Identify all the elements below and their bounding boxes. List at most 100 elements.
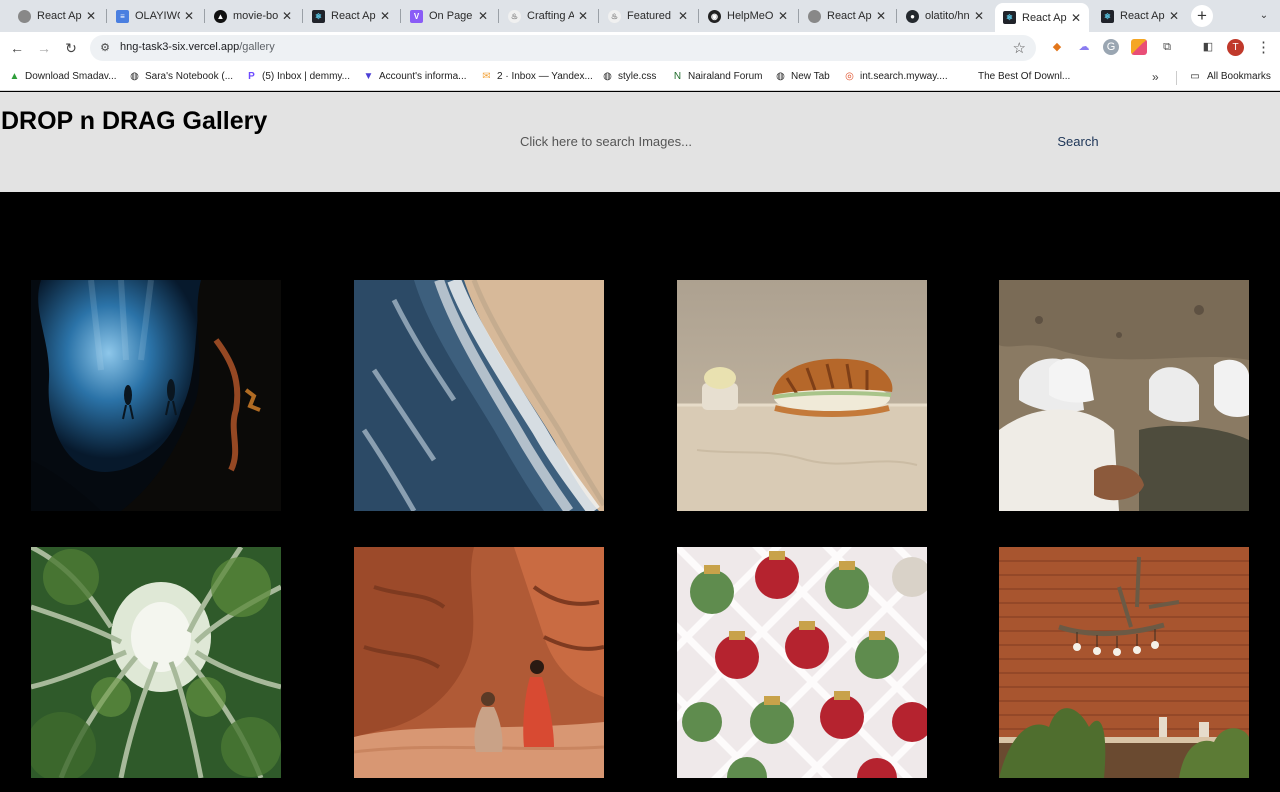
gallery-image-red-canyon[interactable] — [354, 547, 604, 778]
tab-title: movie-bo — [233, 10, 278, 22]
tab-movie-box[interactable]: ▲ movie-bo ✕ — [206, 4, 300, 28]
close-icon[interactable]: ✕ — [380, 9, 390, 23]
close-icon[interactable]: ✕ — [478, 9, 488, 23]
bookmark-item[interactable]: ◍ Sara's Notebook (... — [129, 71, 233, 82]
tab-title: React App — [331, 10, 376, 22]
tab-title: React App — [827, 10, 872, 22]
extensions-puzzle-icon[interactable]: ⧉ — [1159, 39, 1175, 55]
reload-icon[interactable]: ↻ — [61, 38, 81, 58]
back-arrow-icon[interactable]: ← — [7, 38, 27, 58]
gallery-image-bamboo-forest[interactable] — [31, 547, 281, 778]
more-menu-icon[interactable]: ⋮ — [1256, 38, 1271, 56]
bookmark-item[interactable]: ▼ Account's informa... — [363, 71, 467, 82]
url-path: /gallery — [239, 41, 275, 53]
extension-cloud-icon[interactable]: ☁ — [1076, 39, 1092, 55]
tab-title: React App — [1120, 10, 1165, 22]
forward-arrow-icon[interactable]: → — [34, 38, 54, 58]
mail-icon: ✉ — [482, 71, 491, 82]
github-icon: ● — [906, 9, 919, 23]
metamask-icon[interactable]: ◆ — [1049, 39, 1065, 55]
bookmark-label: Nairaland Forum — [688, 71, 763, 82]
bookmark-star-icon[interactable]: ☆ — [1013, 39, 1026, 57]
tab-title: Featured — [627, 10, 672, 22]
gallery-image-ornaments[interactable] — [677, 547, 927, 778]
bookmark-item[interactable]: ◍ style.css — [602, 71, 656, 82]
close-icon[interactable]: ✕ — [876, 9, 886, 23]
tab-title: On Page A — [429, 10, 474, 22]
globe-icon: ◍ — [603, 71, 612, 82]
gallery-image-sneakers-sand[interactable] — [999, 280, 1249, 511]
bookmark-item[interactable]: N Nairaland Forum — [672, 71, 763, 82]
search-input[interactable] — [520, 130, 900, 152]
extension-color-icon[interactable] — [1131, 39, 1147, 55]
bookmark-item[interactable]: ◎ int.search.myway.... — [844, 71, 948, 82]
tab-github-olatito[interactable]: ● olatito/hn ✕ — [898, 4, 992, 28]
close-icon[interactable]: ✕ — [678, 9, 688, 23]
bookmark-label: Download Smadav... — [25, 71, 117, 82]
globe-icon: ◍ — [130, 71, 139, 82]
browser-tab-strip: React App ✕ ≡ OLAYIWO ✕ ▲ movie-bo ✕ ⚛ R… — [0, 0, 1280, 32]
more-bookmarks-chevron-icon[interactable]: » — [1152, 70, 1159, 84]
globe-icon: ◍ — [776, 71, 785, 82]
docs-icon: ≡ — [116, 9, 129, 23]
bookmarks-divider — [1176, 71, 1177, 85]
bookmark-item[interactable]: The Best Of Downl... — [978, 71, 1070, 82]
tab-react-app-3[interactable]: React App ✕ — [800, 4, 894, 28]
address-bar[interactable]: ⚙ hng-task3-six.vercel.app/gallery ☆ — [90, 35, 1036, 61]
tab-title: OLAYIWO — [135, 10, 180, 22]
flame-icon: ♨ — [508, 9, 521, 23]
browser-toolbar: ← → ↻ ⚙ hng-task3-six.vercel.app/gallery… — [0, 32, 1280, 64]
close-icon[interactable]: ✕ — [778, 9, 788, 23]
react-icon: ⚛ — [1101, 9, 1114, 23]
tab-react-app-2[interactable]: ⚛ React App ✕ — [304, 4, 398, 28]
bookmark-label: The Best Of Downl... — [978, 71, 1071, 82]
gallery-image-ocean-waves[interactable] — [354, 280, 604, 511]
app-header: DROP n DRAG Gallery Search — [0, 92, 1280, 192]
tab-on-page[interactable]: V On Page A ✕ — [402, 4, 496, 28]
bookmark-label: int.search.myway.... — [860, 71, 948, 82]
bookmark-item[interactable]: ◍ New Tab — [775, 71, 830, 82]
tab-crafting[interactable]: ♨ Crafting A ✕ — [500, 4, 596, 28]
close-icon[interactable]: ✕ — [1071, 11, 1081, 25]
bookmark-label: Account's informa... — [379, 71, 467, 82]
page-title: DROP n DRAG Gallery — [1, 107, 268, 135]
new-tab-button[interactable]: + — [1191, 5, 1213, 27]
bookmark-item[interactable]: ▲ Download Smadav... — [9, 71, 117, 82]
tab-helpmeout[interactable]: ◉ HelpMeOu ✕ — [700, 4, 796, 28]
bookmark-label: (5) Inbox | demmy... — [262, 71, 350, 82]
tab-react-app-1[interactable]: React App ✕ — [10, 4, 104, 28]
close-icon[interactable]: ✕ — [974, 9, 984, 23]
bookmarks-bar: ▲ Download Smadav... ◍ Sara's Notebook (… — [0, 64, 1280, 91]
tab-featured[interactable]: ♨ Featured ✕ — [600, 4, 696, 28]
url-text[interactable]: hng-task3-six.vercel.app/gallery — [120, 41, 275, 53]
bookmark-item[interactable]: ✉ 2 · Inbox — Yandex... — [481, 71, 593, 82]
site-info-icon[interactable]: ⚙ — [98, 41, 112, 55]
gallery-image-brick-chandelier[interactable] — [999, 547, 1249, 778]
gallery-image-croissant[interactable] — [677, 280, 927, 511]
close-icon[interactable]: ✕ — [1169, 9, 1179, 23]
all-bookmarks-folder[interactable]: ▭ All Bookmarks — [1188, 71, 1271, 82]
gallery-image-divers-cave[interactable] — [31, 280, 281, 511]
vercel-icon: ▲ — [214, 9, 227, 23]
profile-avatar[interactable]: T — [1227, 39, 1244, 56]
search-button[interactable]: Search — [1048, 130, 1108, 152]
flame-icon: ♨ — [608, 9, 621, 23]
bookmark-label: New Tab — [791, 71, 830, 82]
vpn-icon: ▼ — [363, 71, 374, 82]
tab-olayiwo[interactable]: ≡ OLAYIWO ✕ — [108, 4, 202, 28]
close-icon[interactable]: ✕ — [86, 9, 96, 23]
side-panel-icon[interactable]: ◧ — [1200, 39, 1216, 55]
tab-react-app-active[interactable]: ⚛ React App ✕ — [995, 3, 1089, 32]
nairaland-icon: N — [673, 71, 682, 82]
grammarly-icon[interactable]: G — [1103, 39, 1119, 55]
close-icon[interactable]: ✕ — [184, 9, 194, 23]
bookmark-label: style.css — [618, 71, 657, 82]
globe-icon — [808, 9, 821, 23]
close-icon[interactable]: ✕ — [578, 9, 588, 23]
tab-react-app-4[interactable]: ⚛ React App ✕ — [1093, 4, 1187, 28]
tab-title: Crafting A — [527, 10, 574, 22]
close-icon[interactable]: ✕ — [282, 9, 292, 23]
globe-icon — [18, 9, 31, 23]
bookmark-item[interactable]: P (5) Inbox | demmy... — [246, 71, 350, 82]
tab-search-chevron-icon[interactable]: ⌄ — [1254, 6, 1274, 26]
